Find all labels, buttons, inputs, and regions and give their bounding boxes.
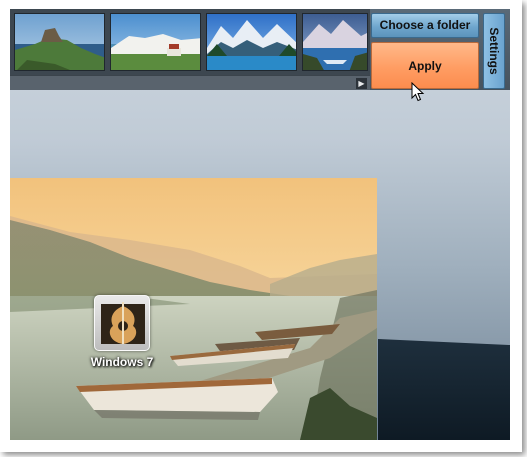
choose-folder-button[interactable]: Choose a folder bbox=[371, 13, 479, 38]
guitar-icon bbox=[94, 295, 150, 351]
thumbnail-mountain-river[interactable] bbox=[302, 13, 368, 71]
desktop-icon-label: Windows 7 bbox=[90, 355, 154, 369]
background-dark-area bbox=[378, 339, 510, 440]
wallpaper-image bbox=[10, 178, 377, 440]
thumbnail-white-cliffs[interactable] bbox=[110, 13, 201, 71]
apply-button[interactable]: Apply bbox=[371, 42, 479, 89]
thumbnail-scrollbar[interactable]: ▶ bbox=[10, 75, 370, 90]
desktop-preview: Windows 7 bbox=[10, 178, 377, 440]
thumbnail-castle-coast[interactable] bbox=[14, 13, 105, 71]
mouse-cursor-icon bbox=[411, 82, 425, 102]
settings-tab-label: Settings bbox=[487, 27, 501, 75]
settings-tab[interactable]: Settings bbox=[483, 13, 505, 89]
thumbnail-mountain-lake[interactable] bbox=[206, 13, 297, 71]
desktop-icon-windows-7[interactable]: Windows 7 bbox=[82, 295, 162, 369]
thumbnail-strip bbox=[10, 9, 370, 75]
scroll-right-icon[interactable]: ▶ bbox=[356, 78, 367, 89]
